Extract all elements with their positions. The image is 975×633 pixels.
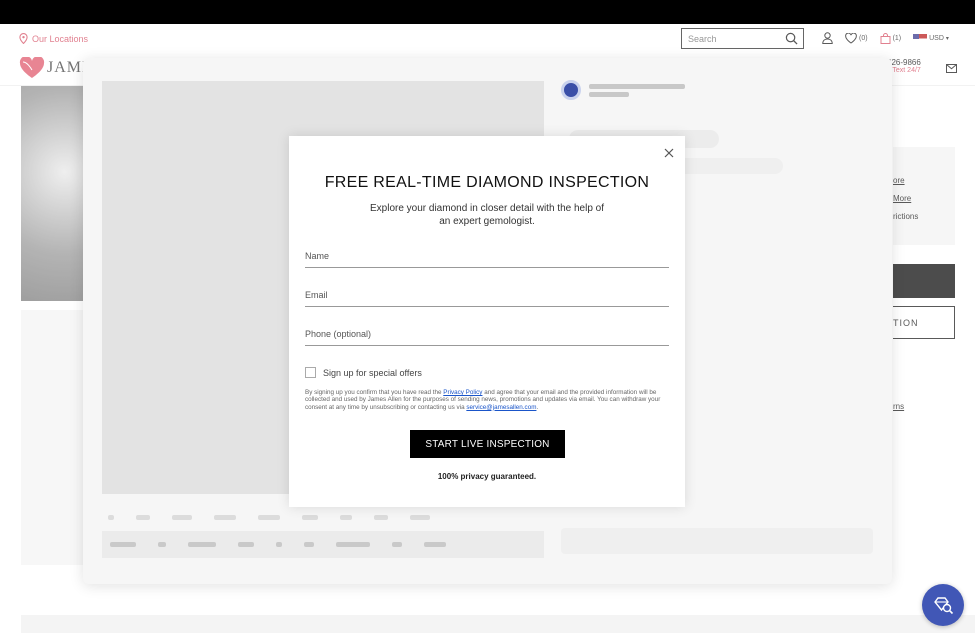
- special-offers-row: Sign up for special offers: [305, 367, 422, 378]
- chat-input: [561, 528, 873, 554]
- diamond-table-row: [102, 531, 544, 558]
- diamond-inspection-modal: FREE REAL-TIME DIAMOND INSPECTION Explor…: [289, 136, 685, 507]
- gemologist-avatar: [561, 80, 581, 100]
- phone-field[interactable]: [305, 322, 669, 346]
- live-help-button[interactable]: [922, 584, 964, 626]
- diamond-search-icon: [934, 597, 954, 615]
- legal-text-1: By signing up you confirm that you have …: [305, 389, 444, 396]
- email-field[interactable]: [305, 283, 669, 307]
- start-live-inspection-button[interactable]: START LIVE INSPECTION: [410, 430, 565, 458]
- modal-title: FREE REAL-TIME DIAMOND INSPECTION: [324, 174, 650, 191]
- service-email-link[interactable]: service@jamesallen.com: [466, 404, 536, 411]
- name-field[interactable]: [305, 244, 669, 268]
- diamond-table-header: [102, 506, 544, 528]
- legal-disclaimer: By signing up you confirm that you have …: [305, 389, 669, 411]
- special-offers-label: Sign up for special offers: [323, 367, 422, 378]
- top-black-bar: [0, 0, 975, 24]
- privacy-note: 100% privacy guaranteed.: [437, 472, 537, 481]
- close-icon: [664, 148, 674, 158]
- special-offers-checkbox[interactable]: [305, 367, 316, 378]
- close-button[interactable]: [662, 146, 676, 160]
- chat-header: [561, 80, 685, 100]
- modal-subtitle: Explore your diamond in closer detail wi…: [369, 203, 605, 227]
- legal-text-3: .: [536, 403, 539, 411]
- privacy-policy-link[interactable]: Privacy Policy: [443, 389, 482, 396]
